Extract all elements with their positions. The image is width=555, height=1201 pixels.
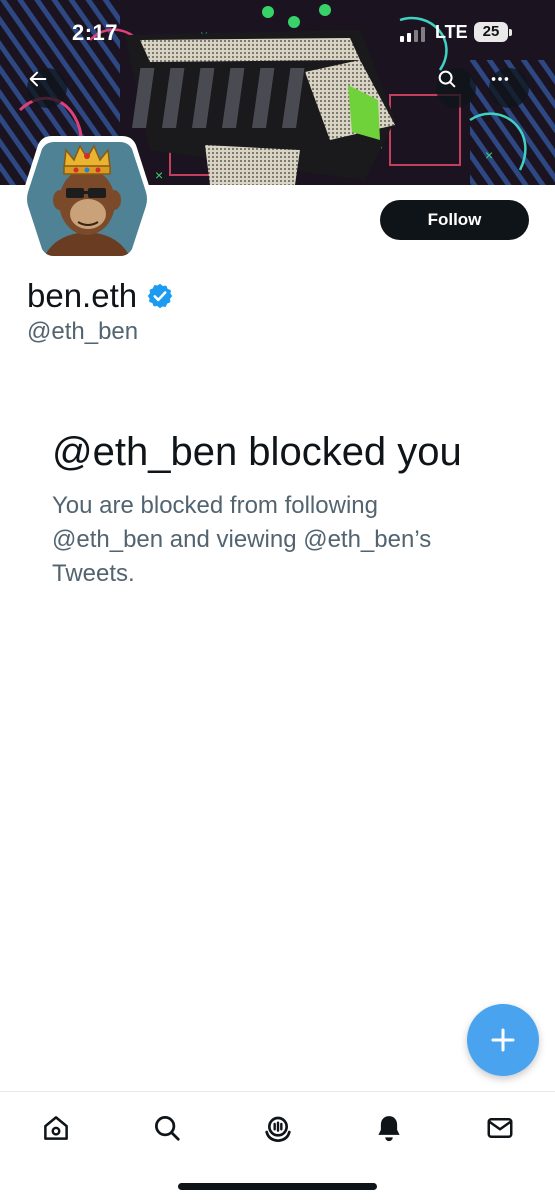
profile-avatar[interactable] [22,136,152,262]
display-name: ben.eth [27,277,138,314]
svg-text:×: × [485,147,493,163]
more-horizontal-icon [491,77,509,81]
network-type: LTE [435,22,468,42]
blocked-title: @eth_ben blocked you [52,430,462,474]
display-name-row: ben.eth [27,276,174,316]
nav-home[interactable] [36,1108,76,1148]
compose-tweet-button[interactable] [467,1004,539,1076]
user-handle: @eth_ben [27,318,139,345]
home-icon [44,1116,68,1140]
home-indicator[interactable] [178,1183,377,1190]
svg-text:×: × [155,167,163,183]
cellular-signal-icon [400,26,425,42]
blocked-description: You are blocked from following @eth_ben … [52,492,432,587]
battery-indicator: 25 [474,22,512,42]
nav-notifications[interactable] [369,1108,409,1148]
nav-spaces[interactable] [258,1108,298,1148]
nav-search[interactable] [147,1108,187,1148]
search-icon [438,70,456,88]
status-bar: 2:17 LTE 25 [0,0,555,60]
messages-icon [487,1118,513,1138]
avatar-image [22,136,152,262]
follow-button[interactable]: Follow [380,200,529,240]
notifications-icon [378,1116,400,1142]
nav-messages[interactable] [480,1108,520,1148]
spaces-icon [265,1116,291,1143]
search-icon [155,1116,180,1141]
more-options-button[interactable] [489,68,529,108]
status-time: 2:17 [72,20,119,45]
verified-badge-icon [147,283,173,309]
search-button[interactable] [436,68,476,108]
arrow-left-icon [29,71,47,87]
back-button[interactable] [27,68,67,108]
plus-icon [491,1028,515,1052]
